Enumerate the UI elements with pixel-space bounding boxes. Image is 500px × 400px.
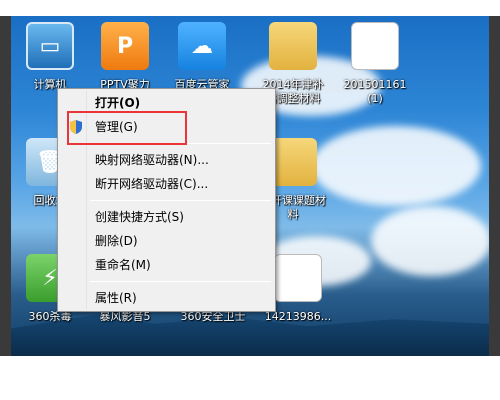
folder-icon [269, 138, 317, 186]
cloud [371, 206, 489, 276]
icon-label: 暴风影音5 [99, 310, 151, 323]
bottom-strip [0, 356, 500, 400]
icon-label: 360杀毒 [28, 310, 72, 323]
icon-label: 360安全卫士 [180, 310, 246, 323]
pptv-icon: P [101, 22, 149, 70]
highlight-box [67, 111, 187, 145]
desktop-icon-baidu-cloud[interactable]: ☁ 百度云管家 [167, 22, 237, 92]
icon-label: 14213986... [264, 310, 332, 323]
cloud-icon: ☁ [178, 22, 226, 70]
desktop-icon-doc-20150116[interactable]: S 201501161 (1) [340, 22, 410, 106]
article-strip [0, 0, 500, 16]
computer-icon: ▭ [26, 22, 74, 70]
menu-item-disconnect-drive[interactable]: 断开网络驱动器(C)... [60, 172, 273, 196]
cloud [311, 126, 481, 206]
menu-item-delete[interactable]: 删除(D) [60, 229, 273, 253]
document-icon: S [351, 22, 399, 70]
menu-separator [90, 200, 271, 201]
menu-item-create-shortcut[interactable]: 创建快捷方式(S) [60, 205, 273, 229]
menu-item-properties[interactable]: 属性(R) [60, 286, 273, 310]
menu-separator [90, 281, 271, 282]
menu-item-rename[interactable]: 重命名(M) [60, 253, 273, 277]
desktop-icon-computer[interactable]: ▭ 计算机 [15, 22, 85, 92]
menu-item-map-drive[interactable]: 映射网络驱动器(N)... [60, 148, 273, 172]
icon-label: 201501161 (1) [343, 78, 407, 105]
document-icon: S [274, 254, 322, 302]
folder-icon [269, 22, 317, 70]
desktop-icon-pptv[interactable]: P PPTV聚力 [90, 22, 160, 92]
